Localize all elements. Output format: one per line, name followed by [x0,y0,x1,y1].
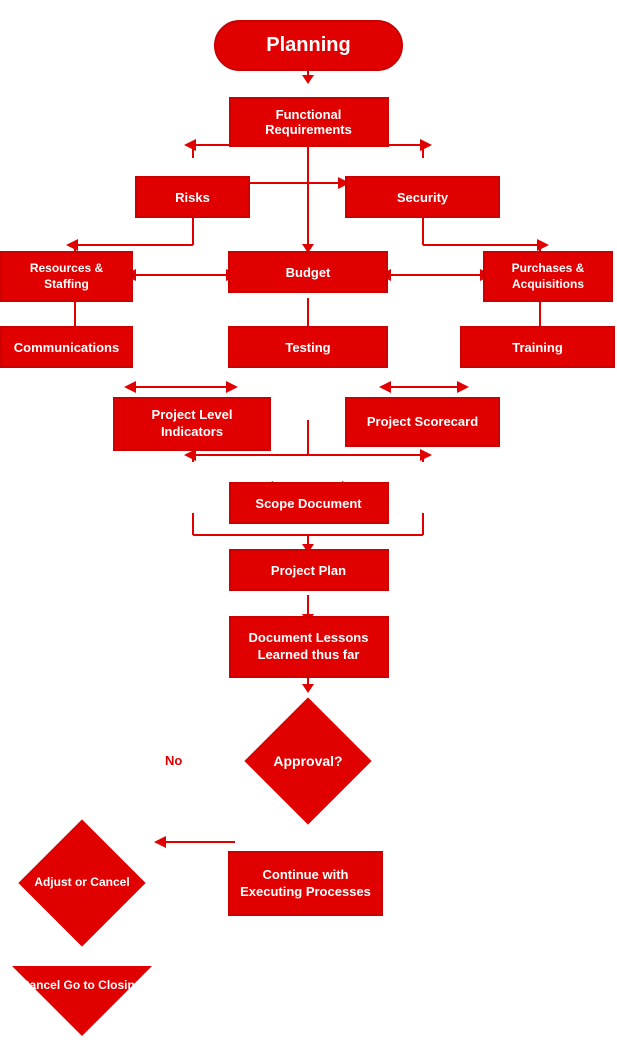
project-scorecard-label: Project Scorecard [345,397,500,447]
risks-security-row: Risks Security [0,172,617,222]
adjust-cancel-label: Adjust or Cancel [26,875,136,891]
functional-requirements-node: Functional Requirements [229,97,389,147]
training-label: Training [460,326,615,368]
document-lessons-label: Document Lessons Learned thus far [229,616,389,678]
functional-requirements-label: Functional Requirements [229,97,389,147]
planning-node: Planning [214,20,402,71]
cancel-closing-row: Cancel Go to Closing [0,963,617,1043]
communications-label: Communications [0,326,133,368]
budget-label: Budget [228,251,388,293]
adjust-cancel-continue-row: Adjust or Cancel Continue with Executing… [0,843,617,933]
approval-row: Approval? No Yes [0,723,617,803]
risks-label: Risks [135,176,250,218]
approval-label: Approval? [253,753,363,769]
project-level-indicators-label: Project Level Indicators [113,397,271,451]
no-label: No [165,753,182,768]
cancel-closing-label: Cancel Go to Closing [12,978,152,994]
comm-testing-training-row: Communications Testing Training [0,322,617,372]
document-lessons-node: Document Lessons Learned thus far [229,616,389,678]
purchases-acquisitions-label: Purchases & Acquisitions [483,251,613,302]
security-label: Security [345,176,500,218]
adjust-cancel-diamond: Adjust or Cancel [18,819,145,946]
continue-executing-label: Continue with Executing Processes [228,851,383,916]
project-indicators-scorecard-row: Project Level Indicators Project Scoreca… [0,397,617,452]
resources-budget-purchases-row: Resources & Staffing Budget Purchases & … [0,247,617,297]
planning-label: Planning [214,20,402,71]
approval-diamond-container: Approval? [228,723,388,798]
project-plan-node: Project Plan [229,549,389,591]
scope-document-node: Scope Document [229,482,389,524]
adjust-cancel-container: Adjust or Cancel [0,843,163,923]
flowchart: Planning Functional Requirements Risks S… [0,0,617,1063]
project-plan-label: Project Plan [229,549,389,591]
testing-label: Testing [228,326,388,368]
resources-staffing-label: Resources & Staffing [0,251,133,302]
scope-document-label: Scope Document [229,482,389,524]
yes-label: Yes [295,791,317,806]
